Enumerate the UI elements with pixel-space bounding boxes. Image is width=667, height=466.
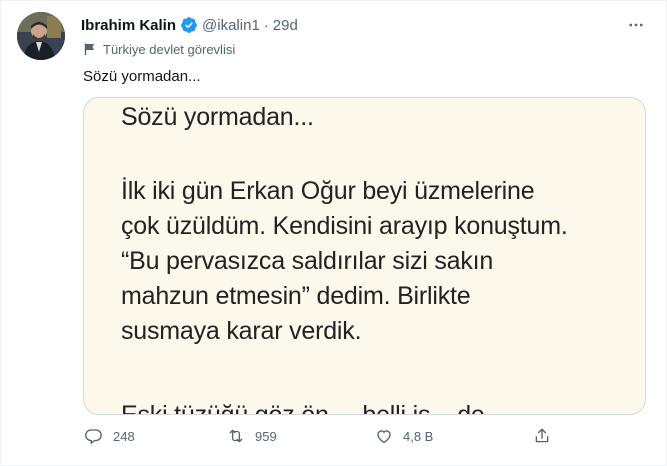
more-icon[interactable] <box>624 13 648 37</box>
like-button[interactable]: 4,8 B <box>369 421 433 451</box>
like-icon <box>369 421 399 451</box>
author-handle[interactable]: @ikalin1 <box>202 17 260 34</box>
media-line: mahzun etmesin” dedim. Birlikte <box>121 282 471 310</box>
media-line: İlk iki gün Erkan Oğur beyi üzmelerine <box>121 177 535 205</box>
verified-badge-icon <box>180 16 198 34</box>
reply-icon <box>79 421 109 451</box>
government-label[interactable]: Türkiye devlet görevlisi <box>83 41 235 57</box>
retweet-button[interactable]: 959 <box>221 421 277 451</box>
media-cut-line: Eski tüzüğü göz ön ... belli iş ...de ..… <box>121 401 512 415</box>
author-name[interactable]: Ibrahim Kalin <box>81 17 176 34</box>
reply-count: 248 <box>113 428 135 444</box>
tweet-actions: 248 959 4,8 B <box>79 421 559 451</box>
tweet-header: Ibrahim Kalin @ikalin1 · 29d <box>81 15 298 35</box>
media-line: çok üzüldüm. Kendisini arayıp konuştum. <box>121 212 568 240</box>
reply-button[interactable]: 248 <box>79 421 135 451</box>
separator-dot: · <box>263 16 269 34</box>
media-title: Sözü yormadan... <box>121 103 314 131</box>
government-label-text: Türkiye devlet görevlisi <box>103 41 236 57</box>
share-icon <box>527 421 557 451</box>
media-line: susmaya karar verdik. <box>121 317 362 345</box>
tweet-timestamp[interactable]: 29d <box>273 17 298 34</box>
avatar[interactable] <box>17 12 65 60</box>
like-count: 4,8 B <box>403 428 434 444</box>
retweet-icon <box>221 421 251 451</box>
share-button[interactable] <box>527 421 557 451</box>
retweet-count: 959 <box>255 428 277 444</box>
media-line: “Bu pervasızca saldırılar sizi sakın <box>121 247 494 275</box>
flag-icon <box>83 42 97 56</box>
tweet-text: Sözü yormadan... <box>83 68 201 85</box>
tweet-card[interactable]: Ibrahim Kalin @ikalin1 · 29d Türkiye dev… <box>0 0 667 466</box>
tweet-media-image[interactable]: Sözü yormadan... İlk iki gün Erkan Oğur … <box>83 97 646 415</box>
